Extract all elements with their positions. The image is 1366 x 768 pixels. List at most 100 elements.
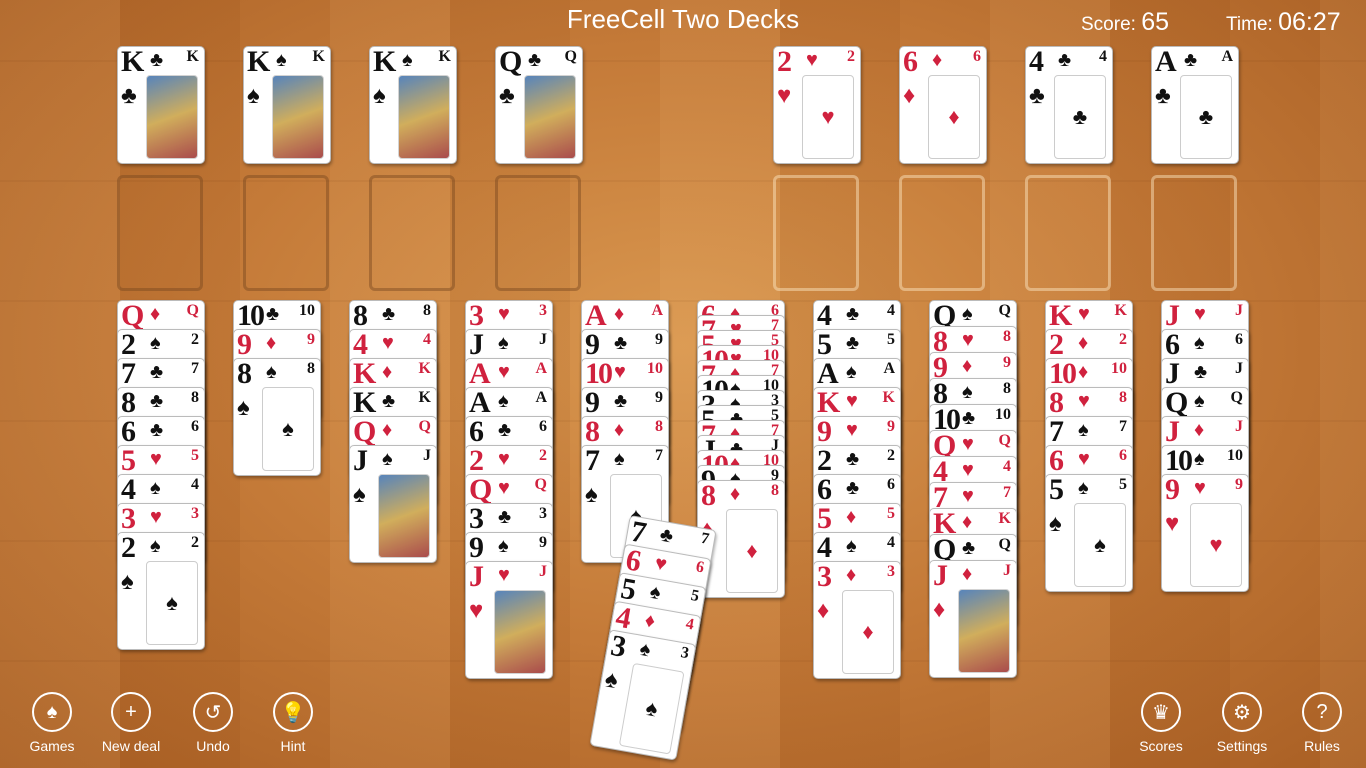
card[interactable]: 9 ♥ 9 ♥ ♥ xyxy=(1161,474,1249,592)
suit-icon: ♠ xyxy=(602,666,620,695)
card-rank-corner: A xyxy=(535,389,547,406)
card[interactable]: J ♠ J ♠ xyxy=(349,445,437,563)
card-rank-corner: K xyxy=(438,48,451,65)
card-rank-corner: 2 xyxy=(887,447,895,464)
suit-icon: ♦ xyxy=(1194,419,1205,441)
card[interactable]: K ♠ K ♠ xyxy=(369,46,457,164)
suit-icon: ♠ xyxy=(498,390,509,412)
suit-icon: ♥ xyxy=(962,433,974,455)
suit-icon: ♣ xyxy=(1029,83,1045,109)
card-rank-corner: Q xyxy=(998,432,1011,449)
lightbulb-icon: 💡 xyxy=(273,692,313,732)
button-rules[interactable]: ? Rules xyxy=(1282,692,1362,754)
card-rank-corner: K xyxy=(882,389,895,406)
card-rank-corner: A xyxy=(651,302,663,319)
button-label: Undo xyxy=(196,738,230,754)
card-rank: 3 xyxy=(608,629,627,664)
card-rank: 2 xyxy=(121,532,136,564)
button-hint[interactable]: 💡 Hint xyxy=(253,692,333,754)
card-rank-corner: Q xyxy=(998,302,1011,319)
suit-icon: ♣ xyxy=(846,332,860,354)
foundation-slot[interactable] xyxy=(899,175,985,291)
suit-icon: ♠ xyxy=(1078,419,1089,441)
card-rank-corner: 3 xyxy=(539,302,547,319)
card[interactable]: K ♠ K ♠ xyxy=(243,46,331,164)
free-cell-slot[interactable] xyxy=(369,175,455,291)
suit-icon: ♣ xyxy=(499,83,515,109)
card[interactable]: 4 ♣ 4 ♣ ♣ xyxy=(1025,46,1113,164)
suit-icon: ♣ xyxy=(962,537,976,559)
card[interactable]: J ♦ J ♦ xyxy=(929,560,1017,678)
suit-icon: ♠ xyxy=(1194,448,1205,470)
suit-icon: ♣ xyxy=(266,303,280,325)
card[interactable]: 3 ♠ 3 ♠ ♠ xyxy=(589,629,697,761)
foundation-slot[interactable] xyxy=(1151,175,1237,291)
free-cell-slot[interactable] xyxy=(243,175,329,291)
button-label: Settings xyxy=(1216,738,1268,754)
card[interactable]: Q ♣ Q ♣ xyxy=(495,46,583,164)
free-cell-slot[interactable] xyxy=(495,175,581,291)
card-rank-corner: 4 xyxy=(887,534,895,551)
card[interactable]: 8 ♠ 8 ♠ ♠ xyxy=(233,358,321,476)
button-scores[interactable]: ♛ Scores xyxy=(1121,692,1201,754)
card[interactable]: 2 ♥ 2 ♥ ♥ xyxy=(773,46,861,164)
suit-icon: ♦ xyxy=(643,609,657,633)
card-rank-corner: A xyxy=(1221,48,1233,65)
suit-icon: ♣ xyxy=(150,361,164,383)
suit-icon: ♥ xyxy=(1078,390,1090,412)
card-rank-corner: 4 xyxy=(1003,458,1011,475)
card-rank: 8 xyxy=(237,358,252,390)
suit-icon: ♦ xyxy=(266,332,277,354)
suit-icon: ♠ xyxy=(237,395,250,421)
card-rank-corner: 2 xyxy=(539,447,547,464)
card-rank: A xyxy=(1155,46,1177,78)
card-rank-corner: 9 xyxy=(307,331,315,348)
card-rank-corner: 5 xyxy=(887,331,895,348)
suit-pip-icon: ♠ xyxy=(618,662,685,755)
card[interactable]: K ♣ K ♣ xyxy=(117,46,205,164)
suit-icon: ♥ xyxy=(777,83,792,109)
button-games[interactable]: ♠ Games xyxy=(12,692,92,754)
card-rank-corner: 5 xyxy=(1119,476,1127,493)
card[interactable]: 3 ♦ 3 ♦ ♦ xyxy=(813,561,901,679)
score: Score: 65 xyxy=(1081,8,1170,36)
card-rank-corner: 2 xyxy=(847,48,855,65)
card[interactable]: 6 ♦ 6 ♦ ♦ xyxy=(899,46,987,164)
suit-pip-icon: ♥ xyxy=(1190,503,1242,587)
card[interactable]: 2 ♠ 2 ♠ ♠ xyxy=(117,532,205,650)
card[interactable]: 5 ♠ 5 ♠ ♠ xyxy=(1045,474,1133,592)
card-rank-corner: 8 xyxy=(771,482,779,499)
card-rank-corner: 4 xyxy=(1099,48,1107,65)
button-new-deal[interactable]: + New deal xyxy=(91,692,171,754)
button-settings[interactable]: ⚙ Settings xyxy=(1202,692,1282,754)
help-icon: ? xyxy=(1302,692,1342,732)
card-rank-corner: 2 xyxy=(191,331,199,348)
card[interactable]: A ♣ A ♣ ♣ xyxy=(1151,46,1239,164)
suit-icon: ♥ xyxy=(1078,448,1090,470)
button-label: Scores xyxy=(1139,738,1183,754)
foundation-slot[interactable] xyxy=(773,175,859,291)
card-rank: 8 xyxy=(701,480,716,512)
foundation-slot[interactable] xyxy=(1025,175,1111,291)
suit-icon: ♦ xyxy=(962,355,973,377)
suit-icon: ♦ xyxy=(1078,361,1089,383)
card[interactable]: J ♥ J ♥ xyxy=(465,561,553,679)
button-undo[interactable]: ↺ Undo xyxy=(173,692,253,754)
suit-icon: ♦ xyxy=(730,483,741,505)
card-rank: J xyxy=(353,445,368,477)
face-art xyxy=(398,75,450,159)
suit-icon: ♥ xyxy=(498,361,510,383)
plus-icon: + xyxy=(111,692,151,732)
suit-icon: ♠ xyxy=(266,361,277,383)
suit-icon: ♣ xyxy=(614,390,628,412)
card-rank-corner: 3 xyxy=(191,505,199,522)
card-rank-corner: J xyxy=(1235,302,1243,319)
suit-icon: ♥ xyxy=(150,506,162,528)
card-rank-corner: 9 xyxy=(539,534,547,551)
suit-pip-icon: ♣ xyxy=(1054,75,1106,159)
card-rank-corner: 2 xyxy=(191,534,199,551)
free-cell-slot[interactable] xyxy=(117,175,203,291)
suit-icon: ♣ xyxy=(1058,49,1072,71)
suit-icon: ♥ xyxy=(962,329,974,351)
card-rank-corner: 4 xyxy=(887,302,895,319)
